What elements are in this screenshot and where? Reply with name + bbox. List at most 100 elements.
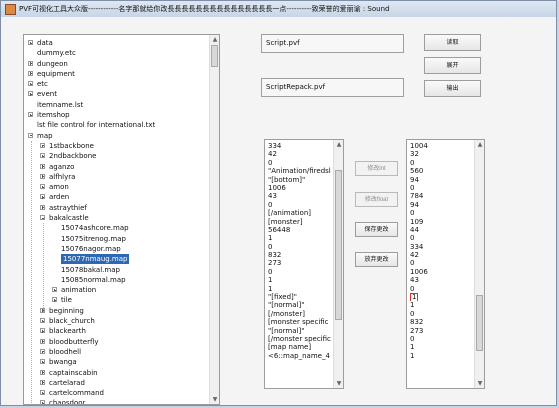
list-item[interactable]: 0 bbox=[410, 285, 473, 293]
tree-node[interactable]: equipment bbox=[24, 69, 207, 79]
title-bar[interactable]: PVF可视化工具大众版------------名字那就给你改長長長長長長長長長長… bbox=[1, 1, 556, 18]
list-item[interactable]: 0 bbox=[410, 234, 473, 242]
list-item[interactable]: 43 bbox=[410, 276, 473, 284]
scroll-thumb[interactable] bbox=[476, 295, 483, 351]
list-item[interactable]: "Animation/firedsl bbox=[268, 167, 332, 175]
list-item[interactable]: 0 bbox=[268, 268, 332, 276]
tree-node[interactable]: etc bbox=[24, 79, 207, 89]
expand-plus-icon[interactable] bbox=[28, 40, 33, 45]
expand-plus-icon[interactable] bbox=[28, 91, 33, 97]
list-item[interactable]: 1 bbox=[268, 234, 332, 242]
scroll-up-arrow-icon[interactable]: ▲ bbox=[335, 140, 343, 149]
expand-plus-icon[interactable] bbox=[40, 204, 45, 210]
expand-plus-icon[interactable] bbox=[40, 338, 45, 344]
list-item[interactable]: 273 bbox=[268, 259, 332, 267]
tree-node[interactable]: cartelcommand bbox=[24, 388, 207, 398]
list-item[interactable]: "[normal]" bbox=[268, 327, 332, 335]
list-item[interactable]: <6::map_name_4 bbox=[268, 352, 332, 360]
scroll-down-arrow-icon[interactable]: ▼ bbox=[476, 379, 484, 388]
list-item[interactable]: 0 bbox=[410, 259, 473, 267]
highlighted-value[interactable]: 1 bbox=[410, 293, 419, 302]
list-item[interactable]: 273 bbox=[410, 327, 473, 335]
expand-plus-icon[interactable] bbox=[40, 390, 45, 396]
scroll-down-arrow-icon[interactable]: ▼ bbox=[335, 379, 343, 388]
tree-node[interactable]: 15075itrenog.map bbox=[24, 234, 207, 244]
list-item[interactable]: [/monster specific bbox=[268, 335, 332, 343]
tree-node[interactable]: animation bbox=[24, 285, 207, 295]
list-item[interactable]: 1004 bbox=[410, 142, 473, 150]
tree-node[interactable]: 15077nmaug.map bbox=[24, 254, 207, 265]
list-item[interactable]: 42 bbox=[410, 251, 473, 259]
list-item[interactable]: [/monster] bbox=[268, 310, 332, 318]
script-text-list[interactable]: 334 42 0 "Animation/firedsl "[bottom]" 1006 43… bbox=[264, 139, 344, 389]
expand-plus-icon[interactable] bbox=[40, 184, 45, 190]
read-button[interactable]: 读取 bbox=[424, 34, 481, 51]
expand-plus-icon[interactable] bbox=[28, 70, 33, 76]
expand-plus-icon[interactable] bbox=[52, 287, 57, 293]
collapse-minus-icon[interactable] bbox=[40, 215, 45, 221]
tree-node[interactable]: dummy.etc bbox=[24, 48, 207, 58]
scroll-up-arrow-icon[interactable]: ▲ bbox=[476, 140, 484, 149]
list-item[interactable]: 0 bbox=[410, 209, 473, 217]
expand-plus-icon[interactable] bbox=[28, 60, 33, 66]
expand-plus-icon[interactable] bbox=[40, 153, 45, 159]
tree-node[interactable]: 15076nagor.map bbox=[24, 244, 207, 254]
open-button[interactable]: 展开 bbox=[424, 57, 481, 74]
list-item[interactable]: [/animation] bbox=[268, 209, 332, 217]
expand-plus-icon[interactable] bbox=[40, 348, 45, 354]
list-item[interactable]: [monster] bbox=[268, 218, 332, 226]
list-item[interactable]: 832 bbox=[268, 251, 332, 259]
tree-node[interactable]: bwanga bbox=[24, 357, 207, 367]
list-item[interactable]: 109 bbox=[410, 218, 473, 226]
expand-plus-icon[interactable] bbox=[40, 142, 45, 148]
tree-node[interactable]: astraythief bbox=[24, 203, 207, 213]
list-item[interactable]: 56448 bbox=[268, 226, 332, 234]
tree-node[interactable]: 15074ashcore.map bbox=[24, 223, 207, 233]
tree-node[interactable]: black_church bbox=[24, 316, 207, 326]
tree-node[interactable]: aganzo bbox=[24, 162, 207, 172]
list-item[interactable]: 1 bbox=[410, 293, 473, 302]
expand-plus-icon[interactable] bbox=[40, 400, 45, 404]
expand-plus-icon[interactable] bbox=[40, 194, 45, 200]
tree-node[interactable]: tile bbox=[24, 295, 207, 305]
list-item[interactable]: 1 bbox=[410, 301, 473, 309]
list-item[interactable]: [monster specific bbox=[268, 318, 332, 326]
list-item[interactable]: 0 bbox=[410, 184, 473, 192]
tree-node[interactable]: 15085normal.map bbox=[24, 275, 207, 285]
tree-node[interactable]: 15078bakal.map bbox=[24, 265, 207, 275]
tree-node[interactable]: amon bbox=[24, 182, 207, 192]
list-item[interactable]: 0 bbox=[410, 335, 473, 343]
list-item[interactable]: 0 bbox=[268, 243, 332, 251]
tree-node[interactable]: alfhlyra bbox=[24, 172, 207, 182]
list-item[interactable]: 334 bbox=[410, 243, 473, 251]
list-item[interactable]: 94 bbox=[410, 201, 473, 209]
tree-node[interactable]: captainscabin bbox=[24, 368, 207, 378]
tree-node[interactable]: map bbox=[24, 131, 207, 141]
tree-node[interactable]: 2ndbackbone bbox=[24, 151, 207, 161]
list-item[interactable]: 1 bbox=[410, 352, 473, 360]
list-item[interactable]: 32 bbox=[410, 150, 473, 158]
tree-node[interactable]: data bbox=[24, 38, 207, 48]
expand-plus-icon[interactable] bbox=[28, 112, 33, 118]
tree-node[interactable]: lst file control for international.txt bbox=[24, 120, 207, 130]
list-item[interactable]: "[fixed]" bbox=[268, 293, 332, 301]
tree-node[interactable]: bloodhell bbox=[24, 347, 207, 357]
list-item[interactable]: 44 bbox=[410, 226, 473, 234]
list-item[interactable]: 1006 bbox=[410, 268, 473, 276]
list-item[interactable]: 0 bbox=[268, 201, 332, 209]
tree-node[interactable]: itemname.lst bbox=[24, 100, 207, 110]
expand-plus-icon[interactable] bbox=[40, 328, 45, 334]
save-changes-button[interactable]: 保存更改 bbox=[355, 222, 398, 237]
script-text-scrollbar[interactable]: ▲ ▼ bbox=[333, 140, 343, 388]
expand-plus-icon[interactable] bbox=[40, 163, 45, 169]
tree-node[interactable]: beginning bbox=[24, 306, 207, 316]
collapse-minus-icon[interactable] bbox=[28, 132, 33, 138]
modify-int-button[interactable]: 修改int bbox=[355, 161, 398, 176]
value-list-scrollbar[interactable]: ▲ ▼ bbox=[474, 140, 484, 388]
list-item[interactable]: "[normal]" bbox=[268, 301, 332, 309]
list-item[interactable]: 0 bbox=[410, 159, 473, 167]
scroll-down-arrow-icon[interactable]: ▼ bbox=[211, 395, 219, 404]
tree-node[interactable]: arden bbox=[24, 192, 207, 202]
list-item[interactable]: 0 bbox=[410, 310, 473, 318]
expand-plus-icon[interactable] bbox=[40, 359, 45, 365]
